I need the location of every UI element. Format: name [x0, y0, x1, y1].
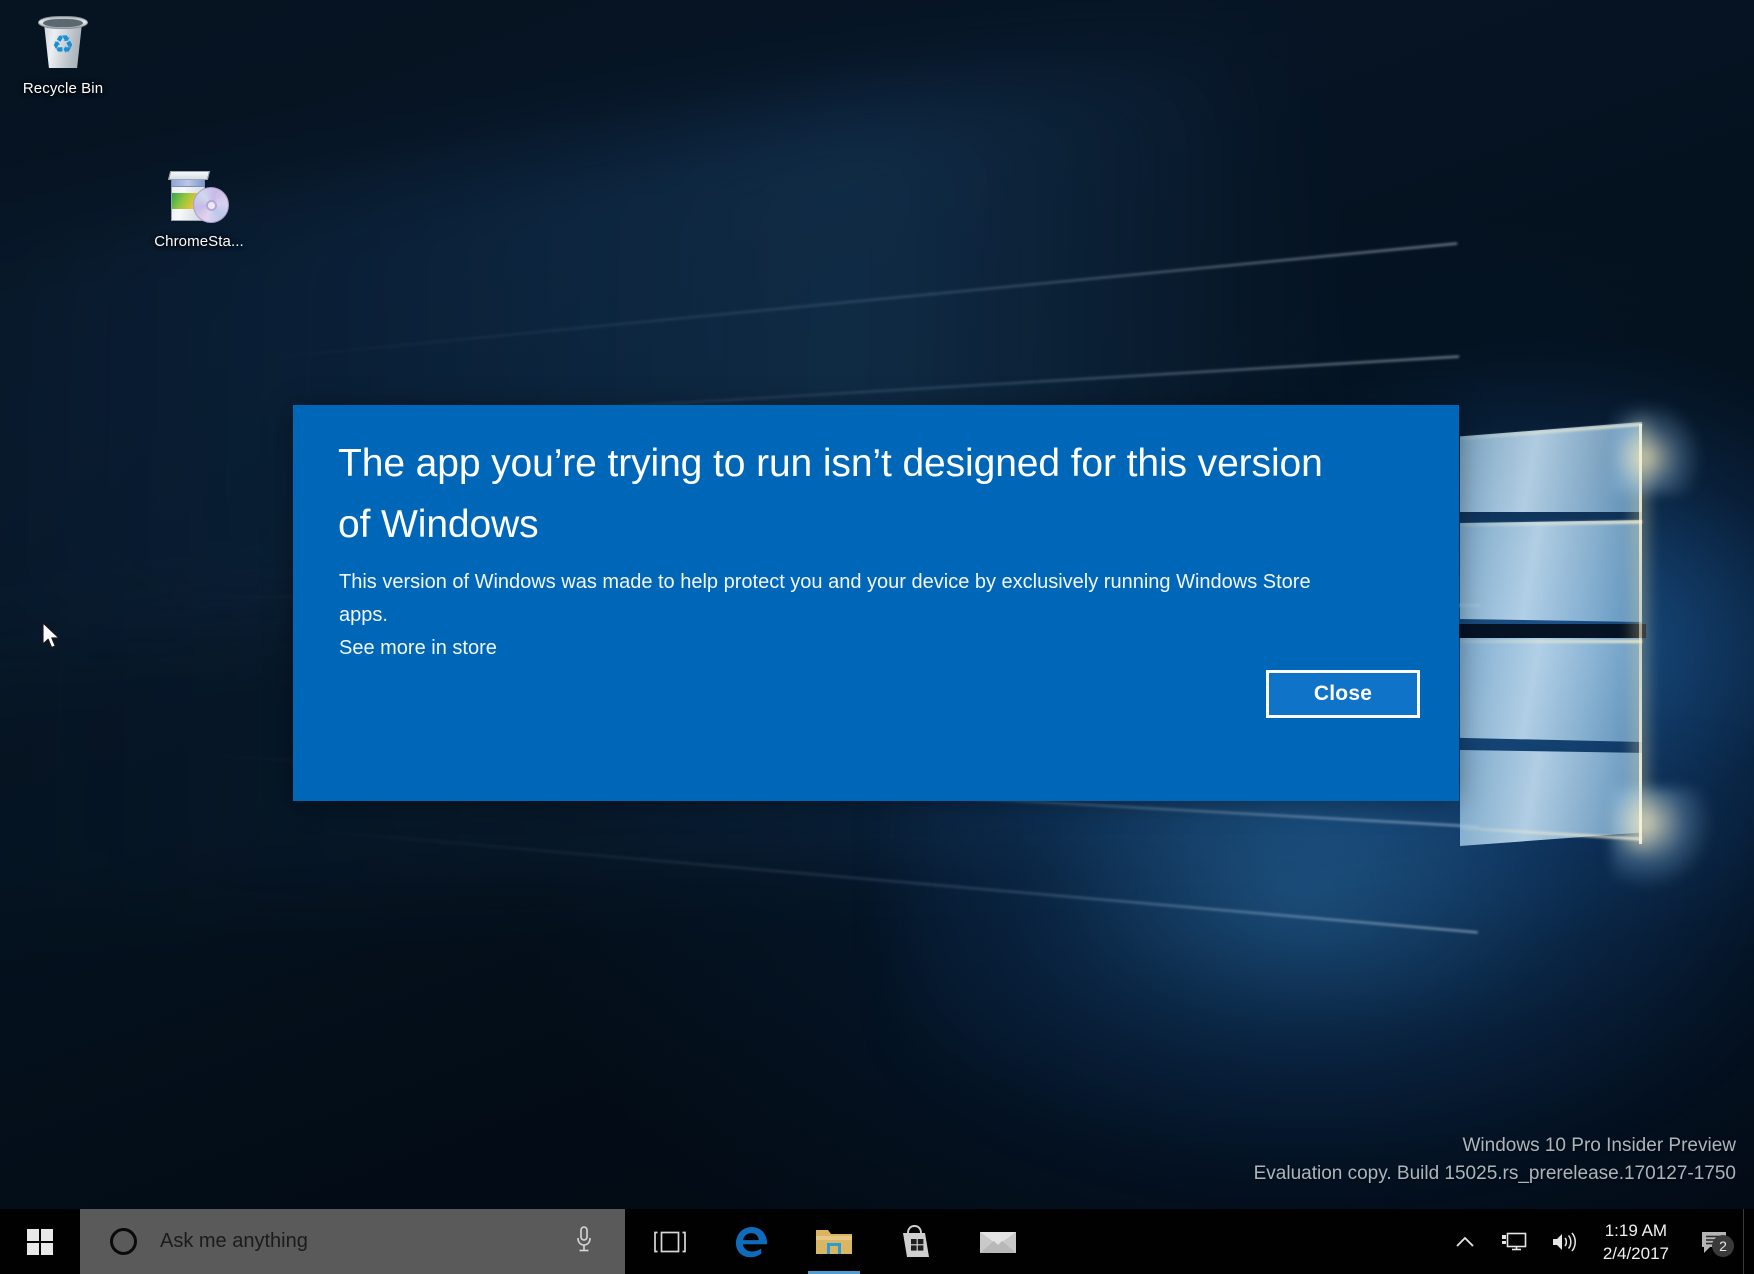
- speaker-icon: [1552, 1232, 1576, 1251]
- cortana-circle-icon: [110, 1228, 137, 1255]
- windows-logo-quadrant: [41, 1242, 53, 1255]
- dialog-body-text: This version of Windows was made to help…: [339, 571, 1311, 626]
- desktop-icon-recycle-bin[interactable]: ♻ Recycle Bin: [4, 10, 122, 98]
- hero-glow-top-right: [1614, 404, 1704, 494]
- windows-evaluation-watermark: Windows 10 Pro Insider Preview Evaluatio…: [1254, 1132, 1736, 1188]
- show-hidden-icons-button[interactable]: [1441, 1209, 1489, 1274]
- store-bag-icon: [903, 1224, 929, 1257]
- mail-button[interactable]: [961, 1209, 1035, 1274]
- recycle-bin-opening: [43, 19, 83, 27]
- hero-rib-3: [1460, 640, 1642, 643]
- desktop-screen: ♻ Recycle Bin ChromeSta... Windows 10 Pr…: [0, 0, 1754, 1274]
- edge-icon: [736, 1226, 767, 1257]
- hero-pane-upper: [1460, 520, 1642, 622]
- clock-time: 1:19 AM: [1604, 1220, 1668, 1240]
- start-button[interactable]: [0, 1209, 80, 1274]
- clock-and-date[interactable]: 1:19 AM 2/4/2017: [1589, 1209, 1685, 1274]
- cursor-arrow-icon: [42, 622, 60, 649]
- search-input[interactable]: Ask me anything: [160, 1230, 308, 1253]
- arrow-pointer-cursor: [42, 622, 62, 652]
- desktop-icon-chrome-standalone[interactable]: ChromeSta...: [140, 163, 258, 251]
- windows-logo-icon: [27, 1228, 53, 1255]
- chevron-up-icon: [1456, 1236, 1474, 1247]
- watermark-line-build: Evaluation copy. Build 15025.rs_prerelea…: [1253, 1163, 1736, 1184]
- recycle-symbol-icon: ♻: [51, 31, 75, 59]
- software-package-icon: [167, 163, 231, 227]
- envelope-icon: [980, 1231, 1016, 1253]
- windows-logo-quadrant: [41, 1228, 53, 1241]
- show-desktop-button[interactable]: [1743, 1209, 1754, 1274]
- dialog-title: The app you’re trying to run isn’t desig…: [338, 442, 1323, 546]
- windows-logo-quadrant: [27, 1242, 39, 1255]
- hero-pane-lower: [1460, 638, 1642, 742]
- see-more-in-store-link[interactable]: See more in store: [339, 632, 497, 665]
- windows-hero-logo: [1436, 400, 1754, 888]
- clock-date: 2/4/2017: [1602, 1243, 1669, 1263]
- system-tray: 1:19 AM 2/4/2017 2: [1441, 1209, 1754, 1274]
- microsoft-store-button[interactable]: [879, 1209, 953, 1274]
- cd-disc-icon: [193, 187, 229, 223]
- watermark-line-edition: Windows 10 Pro Insider Preview: [1462, 1135, 1737, 1156]
- action-center-button[interactable]: 2: [1685, 1209, 1743, 1274]
- taskbar: Ask me anything 1:19 AM 2/4/2017 2: [0, 1209, 1754, 1274]
- file-explorer-button[interactable]: [797, 1209, 871, 1274]
- windows-logo-quadrant: [27, 1228, 39, 1241]
- folder-icon: [816, 1229, 852, 1254]
- cortana-search-box[interactable]: Ask me anything: [80, 1209, 625, 1274]
- package-flap: [167, 171, 211, 180]
- volume-button[interactable]: [1539, 1209, 1589, 1274]
- hero-mullion-horizontal: [1454, 624, 1646, 638]
- action-center-badge: 2: [1712, 1235, 1734, 1257]
- close-button[interactable]: Close: [1266, 670, 1420, 718]
- network-monitor-icon: [1501, 1232, 1527, 1250]
- task-view-button[interactable]: [633, 1209, 707, 1274]
- desktop-icon-label: ChromeSta...: [154, 233, 244, 250]
- app-compatibility-dialog: The app you’re trying to run isn’t desig…: [293, 405, 1459, 801]
- desktop-icon-label: Recycle Bin: [22, 80, 104, 97]
- network-button[interactable]: [1489, 1209, 1539, 1274]
- recycle-bin-icon: ♻: [31, 10, 95, 74]
- task-view-icon: [654, 1231, 686, 1252]
- microphone-icon[interactable]: [575, 1225, 593, 1258]
- microsoft-edge-button[interactable]: [715, 1209, 789, 1274]
- hero-glow-bottom-right: [1612, 788, 1712, 888]
